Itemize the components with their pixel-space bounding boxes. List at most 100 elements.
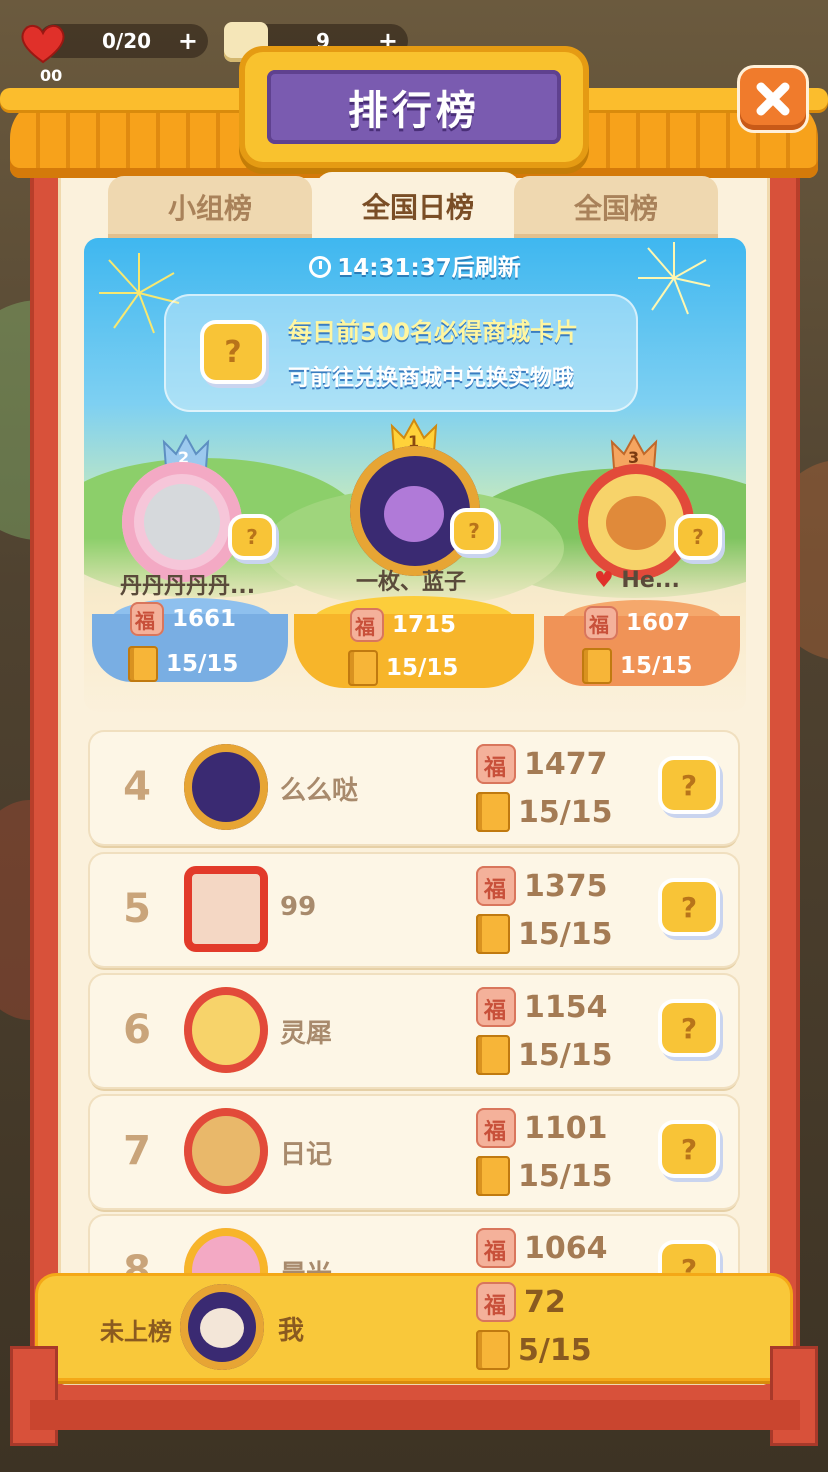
book-icon — [348, 650, 378, 686]
book-icon — [128, 646, 158, 682]
rank-number: 5 — [123, 886, 151, 932]
tab-national-daily-label: 全国日榜 — [361, 191, 474, 224]
fu-coin-icon — [130, 602, 164, 636]
list-item[interactable]: 7 日记 1101 15/15 ? — [90, 1096, 738, 1208]
fu-coin-icon — [476, 866, 516, 906]
tab-national-daily[interactable]: 全国日榜 — [316, 172, 520, 240]
podium-rank-3-name-text: He... — [621, 568, 680, 593]
podium-rank-2[interactable]: 2 ? 丹丹丹丹丹... 1661 15/15 — [92, 434, 288, 684]
frame-bottom — [30, 1400, 800, 1430]
podium-rank-3[interactable]: 3 ? ♥ He... 1607 15/15 — [544, 434, 740, 688]
book-icon — [582, 648, 612, 684]
avatar-sheep — [200, 1308, 244, 1348]
fu-coin-icon — [584, 606, 618, 640]
score-value: 1607 — [626, 610, 691, 636]
my-rank-status: 未上榜 — [100, 1318, 172, 1346]
progress-value: 15/15 — [518, 1158, 613, 1194]
list-item[interactable]: 4 么么哒 1477 15/15 ? — [90, 732, 738, 844]
fu-coin-icon — [476, 744, 516, 784]
refresh-timer: 14:31:37后刷新 — [84, 248, 746, 282]
fu-coin-icon — [476, 1108, 516, 1148]
score-value: 72 — [524, 1284, 566, 1320]
rank-number: 7 — [123, 1128, 151, 1174]
avatar-creature — [606, 496, 666, 550]
clock-icon — [309, 256, 332, 278]
avatar-photo — [144, 484, 220, 560]
avatar-creature — [384, 486, 444, 542]
pillar-left — [10, 1346, 58, 1446]
book-icon — [476, 792, 510, 832]
podium-rank-1[interactable]: 1 ? 一枚、蓝子 1715 15/15 — [294, 418, 534, 688]
tab-group-label: 小组榜 — [167, 192, 252, 225]
promo-line-1: 每日前500名必得商城卡片 — [288, 318, 579, 346]
score: 1477 — [476, 744, 608, 784]
podium-rank-3-name: ♥ He... — [594, 568, 734, 593]
tab-national[interactable]: 全国榜 — [514, 176, 718, 238]
close-button[interactable] — [740, 68, 806, 130]
avatar — [184, 866, 268, 952]
tab-group[interactable]: 小组榜 — [108, 176, 312, 238]
book-icon — [476, 1035, 510, 1075]
avatar — [578, 464, 694, 580]
list-item[interactable]: 6 灵犀 1154 15/15 ? — [90, 975, 738, 1087]
pillar-right — [770, 1346, 818, 1446]
fu-coin-icon — [350, 608, 384, 642]
rank-number: 6 — [123, 1007, 151, 1053]
card-icon: ? — [204, 324, 262, 380]
score: 1375 — [476, 866, 608, 906]
book-icon — [476, 914, 510, 954]
promo-banner: ? 每日前500名必得商城卡片 可前往兑换商城中兑换实物哦 — [164, 294, 638, 412]
progress: 15/15 — [476, 1035, 612, 1075]
score-value: 1101 — [524, 1110, 608, 1146]
progress-value: 15/15 — [518, 794, 613, 830]
podium-rank-1-score: 1715 — [350, 608, 456, 642]
fu-coin-icon — [476, 1282, 516, 1322]
podium-rank-1-progress: 15/15 — [348, 650, 458, 686]
podium-rank-3-progress: 15/15 — [582, 648, 692, 684]
user-name: 99 — [280, 892, 317, 922]
podium-rank-2-score: 1661 — [130, 602, 236, 636]
list-item[interactable]: 5 99 1375 15/15 ? — [90, 854, 738, 966]
progress-value: 5/15 — [518, 1332, 592, 1368]
my-score: 72 — [476, 1282, 566, 1322]
rank-number: 4 — [123, 764, 151, 810]
card-icon: ? — [662, 1124, 716, 1174]
fu-coin-icon — [476, 1228, 516, 1268]
refresh-text: 14:31:37后刷新 — [337, 255, 521, 281]
progress-value: 15/15 — [620, 653, 693, 679]
card-icon: ? — [662, 1003, 716, 1053]
podium-rank-1-name: 一枚、蓝子 — [356, 570, 467, 595]
close-icon — [756, 82, 790, 116]
score-value: 1715 — [392, 612, 457, 638]
book-icon — [476, 1330, 510, 1370]
progress: 15/15 — [476, 914, 612, 954]
title-plate: 排行榜 — [245, 52, 583, 162]
card-icon: ? — [662, 882, 716, 932]
podium-area: 14:31:37后刷新 ? 每日前500名必得商城卡片 可前往兑换商城中兑换实物… — [84, 238, 746, 712]
podium-rank-2-progress: 15/15 — [128, 646, 238, 682]
book-icon — [476, 1156, 510, 1196]
user-name: 灵犀 — [280, 1019, 333, 1049]
progress: 15/15 — [476, 792, 612, 832]
my-rank-bar[interactable]: 未上榜 我 72 5/15 — [38, 1276, 790, 1378]
avatar — [184, 1108, 268, 1194]
avatar — [350, 446, 480, 576]
promo-line-2: 可前往兑换商城中兑换实物哦 — [288, 366, 575, 391]
card-icon: ? — [454, 512, 494, 550]
my-progress: 5/15 — [476, 1330, 592, 1370]
podium-rank-2-name: 丹丹丹丹丹... — [120, 574, 256, 599]
progress-value: 15/15 — [518, 916, 613, 952]
avatar — [122, 462, 242, 582]
score: 1064 — [476, 1228, 608, 1268]
card-icon: ? — [232, 518, 272, 556]
score-value: 1477 — [524, 746, 608, 782]
title-inner: 排行榜 — [267, 70, 561, 144]
score-value: 1661 — [172, 606, 237, 632]
score: 1154 — [476, 987, 608, 1027]
podium-rank-3-score: 1607 — [584, 606, 690, 640]
my-name: 我 — [278, 1316, 305, 1346]
fu-coin-icon — [476, 987, 516, 1027]
card-icon: ? — [662, 760, 716, 810]
progress-value: 15/15 — [166, 651, 239, 677]
user-name: 么么哒 — [280, 776, 359, 806]
